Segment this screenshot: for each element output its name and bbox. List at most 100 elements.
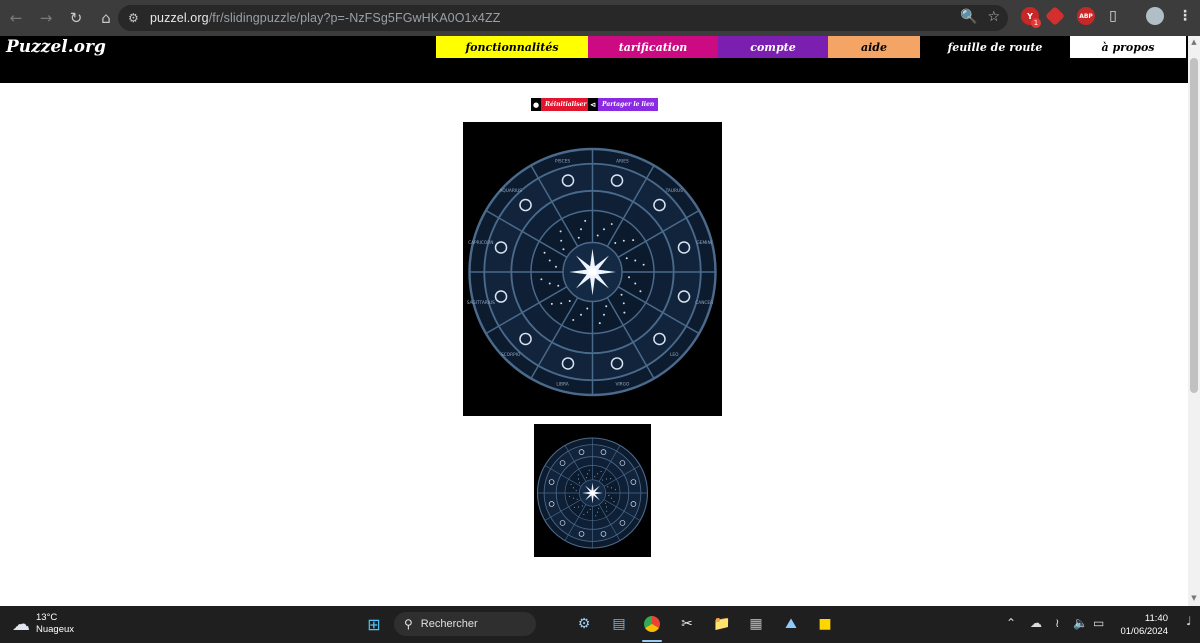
constellation-star <box>605 305 608 308</box>
settings-gear-icon[interactable]: ⚙ <box>574 614 594 634</box>
system-clock[interactable]: 11:40 01/06/2024 <box>1108 612 1168 638</box>
menu-label: feuille de route <box>947 40 1043 54</box>
profile-avatar[interactable] <box>1146 7 1164 25</box>
windows-start-icon[interactable]: ⊞ <box>364 614 384 634</box>
menu-item-a-propos[interactable]: à propos <box>1070 36 1186 58</box>
calculator-icon[interactable]: ▦ <box>746 614 766 634</box>
reset-button[interactable]: ● Réinitialiser <box>531 98 591 111</box>
photos-icon[interactable]: ⛰ <box>781 614 801 634</box>
zodiac-name-label: ARIES <box>616 158 629 164</box>
constellation-star <box>548 259 551 262</box>
zodiac-name-label: GEMINI <box>696 240 712 246</box>
constellation-star <box>589 508 591 510</box>
page-content: ● Réinitialiser ⊲ Partager le lien ARIES… <box>0 83 1188 606</box>
url-domain: puzzel.org <box>150 11 209 25</box>
sliding-puzzle-board[interactable]: ARIES TAURUS GEMINI CANCER LEO VIRGO LIBRA SCOR… <box>463 122 722 416</box>
menu-item-tarification[interactable]: tarification <box>588 36 718 58</box>
zodiac-name-label: AQUARIUS <box>500 188 523 194</box>
zodiac-wheel-preview <box>536 437 649 549</box>
constellation-star <box>594 476 596 478</box>
zodiac-wheel-image[interactable]: ARIES TAURUS GEMINI CANCER LEO VIRGO LIBRA SCOR… <box>463 122 722 416</box>
snipping-tool-icon[interactable]: ✂ <box>677 614 697 634</box>
zodiac-name-label: LEO <box>670 352 679 358</box>
search-icon: ⚲ <box>404 617 413 631</box>
constellation-star <box>576 498 578 500</box>
constellation-star <box>606 510 608 512</box>
zodiac-name-label: PISCES <box>555 158 570 164</box>
cloud-icon: ☁ <box>12 614 30 634</box>
menu-label: compte <box>750 40 796 54</box>
constellation-star <box>600 471 602 473</box>
extension-icon-2[interactable] <box>1045 6 1065 26</box>
adblock-icon[interactable]: ABP <box>1077 7 1095 25</box>
constellation-star <box>580 313 583 316</box>
scroll-down-arrow[interactable]: ▼ <box>1190 594 1198 602</box>
menu-icon[interactable]: ⋮ <box>1176 7 1194 25</box>
volume-icon[interactable]: 🔈 <box>1073 616 1088 630</box>
constellation-star <box>557 284 560 287</box>
onedrive-cloud-icon[interactable]: ☁ <box>1030 616 1042 630</box>
constellation-star <box>550 302 553 305</box>
menu-item-fonctionnalites[interactable]: fonctionnalités <box>436 36 588 58</box>
constellation-star <box>602 228 605 231</box>
forward-icon[interactable]: → <box>32 4 60 32</box>
reset-label: Réinitialiser <box>541 98 591 111</box>
share-icon: ⊲ <box>588 98 598 111</box>
menu-item-aide[interactable]: aide <box>828 36 920 58</box>
address-bar[interactable]: ⚙ puzzel.org/fr/slidingpuzzle/play?p=-Nz… <box>118 5 1008 31</box>
constellation-star <box>572 497 574 499</box>
windows-taskbar: ☁ 13°C Nuageux ⊞ ⚲ Rechercher ⚙ ▤ ✂ 📁 ▦ … <box>0 606 1200 643</box>
constellation-star <box>602 479 604 481</box>
constellation-star <box>608 494 610 496</box>
menu-label: fonctionnalités <box>465 40 559 54</box>
back-icon[interactable]: ← <box>2 4 30 32</box>
constellation-star <box>634 259 637 262</box>
notification-bell-icon[interactable]: ♩ <box>1186 614 1192 628</box>
extensions-icon[interactable]: ▯ <box>1104 7 1122 25</box>
site-logo[interactable]: Puzzel.org <box>6 37 106 57</box>
zoom-icon[interactable]: 🔍 <box>960 9 977 25</box>
constellation-star <box>602 313 605 316</box>
url-text[interactable]: puzzel.org/fr/slidingpuzzle/play?p=-NzFS… <box>150 11 500 25</box>
constellation-star <box>611 497 613 499</box>
constellation-star <box>606 506 607 508</box>
constellation-star <box>607 486 609 488</box>
show-hidden-icons-chevron[interactable]: ⌃ <box>1006 616 1016 630</box>
clock-date: 01/06/2024 <box>1120 626 1168 637</box>
file-explorer-icon[interactable]: 📁 <box>712 614 732 634</box>
constellation-star <box>606 478 607 480</box>
site-info-icon[interactable]: ⚙ <box>128 11 144 25</box>
constellation-star <box>595 515 597 517</box>
constellation-star <box>540 278 543 281</box>
browser-toolbar: ← → ↻ ⌂ ⚙ puzzel.org/fr/slidingpuzzle/pl… <box>0 0 1200 36</box>
battery-icon[interactable]: ▭ <box>1093 616 1104 630</box>
constellation-star <box>605 502 606 504</box>
chrome-icon[interactable] <box>642 614 662 634</box>
share-link-button[interactable]: ⊲ Partager le lien <box>588 98 659 111</box>
sticky-notes-icon[interactable]: ■ <box>815 614 835 634</box>
home-icon[interactable]: ⌂ <box>92 4 120 32</box>
scroll-up-arrow[interactable]: ▲ <box>1190 38 1198 46</box>
weather-widget[interactable]: ☁ 13°C Nuageux <box>12 612 74 636</box>
constellation-star <box>632 239 635 242</box>
constellation-star <box>560 239 563 242</box>
zodiac-name-label: TAURUS <box>665 188 684 194</box>
menu-item-feuille-de-route[interactable]: feuille de route <box>920 36 1070 58</box>
menu-label: à propos <box>1101 40 1155 54</box>
constellation-star <box>598 507 600 509</box>
reload-icon[interactable]: ↻ <box>62 4 90 32</box>
notepad-icon[interactable]: ▤ <box>609 614 629 634</box>
taskbar-search[interactable]: ⚲ Rechercher <box>394 612 536 636</box>
constellation-star <box>570 483 572 485</box>
wifi-icon[interactable]: ≀ <box>1055 616 1060 630</box>
scrollbar-thumb[interactable] <box>1190 58 1198 393</box>
weather-condition: Nuageux <box>36 624 75 635</box>
bookmark-star-icon[interactable]: ☆ <box>987 9 1000 25</box>
menu-item-compte[interactable]: compte <box>718 36 828 58</box>
zodiac-name-label: CAPRICORN <box>468 240 493 246</box>
constellation-star <box>614 489 616 491</box>
constellation-star <box>596 234 599 237</box>
page-scrollbar[interactable]: ▲ ▼ <box>1188 36 1200 606</box>
lock-icon: ● <box>531 98 541 111</box>
zodiac-name-label: SAGITTARIUS <box>467 300 495 306</box>
